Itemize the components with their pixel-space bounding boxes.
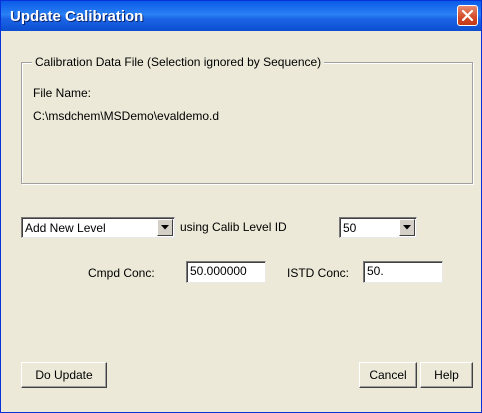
istd-conc-label: ISTD Conc: [287,266,350,280]
istd-conc-input[interactable]: 50. [363,261,443,283]
calibration-file-group: Calibration Data File (Selection ignored… [21,55,473,184]
help-button[interactable]: Help [420,362,473,388]
cancel-button[interactable]: Cancel [359,362,417,388]
file-path-value: C:\msdchem\MSDemo\evaldemo.d [33,109,220,123]
cmpd-conc-label: Cmpd Conc: [88,266,155,280]
do-update-button[interactable]: Do Update [21,362,107,388]
window-title: Update Calibration [10,8,144,25]
cmpd-conc-input[interactable]: 50.000000 [186,261,266,283]
close-icon [461,9,474,22]
group-legend: Calibration Data File (Selection ignored… [32,55,325,69]
calib-level-id-select[interactable]: 50 [339,217,417,238]
calib-level-id-value: 50 [343,221,357,235]
chevron-down-icon [161,225,169,230]
calib-level-id-dropdown-button[interactable] [399,219,415,236]
close-button[interactable] [457,5,478,26]
level-action-value: Add New Level [25,221,106,235]
level-action-dropdown-button[interactable] [157,219,173,236]
title-bar[interactable]: Update Calibration [1,1,481,31]
update-calibration-dialog: Update Calibration Calibration Data File… [0,0,482,413]
file-name-label: File Name: [33,86,92,100]
level-action-select[interactable]: Add New Level [21,217,175,238]
chevron-down-icon [403,225,411,230]
calib-level-id-label: using Calib Level ID [180,220,287,234]
